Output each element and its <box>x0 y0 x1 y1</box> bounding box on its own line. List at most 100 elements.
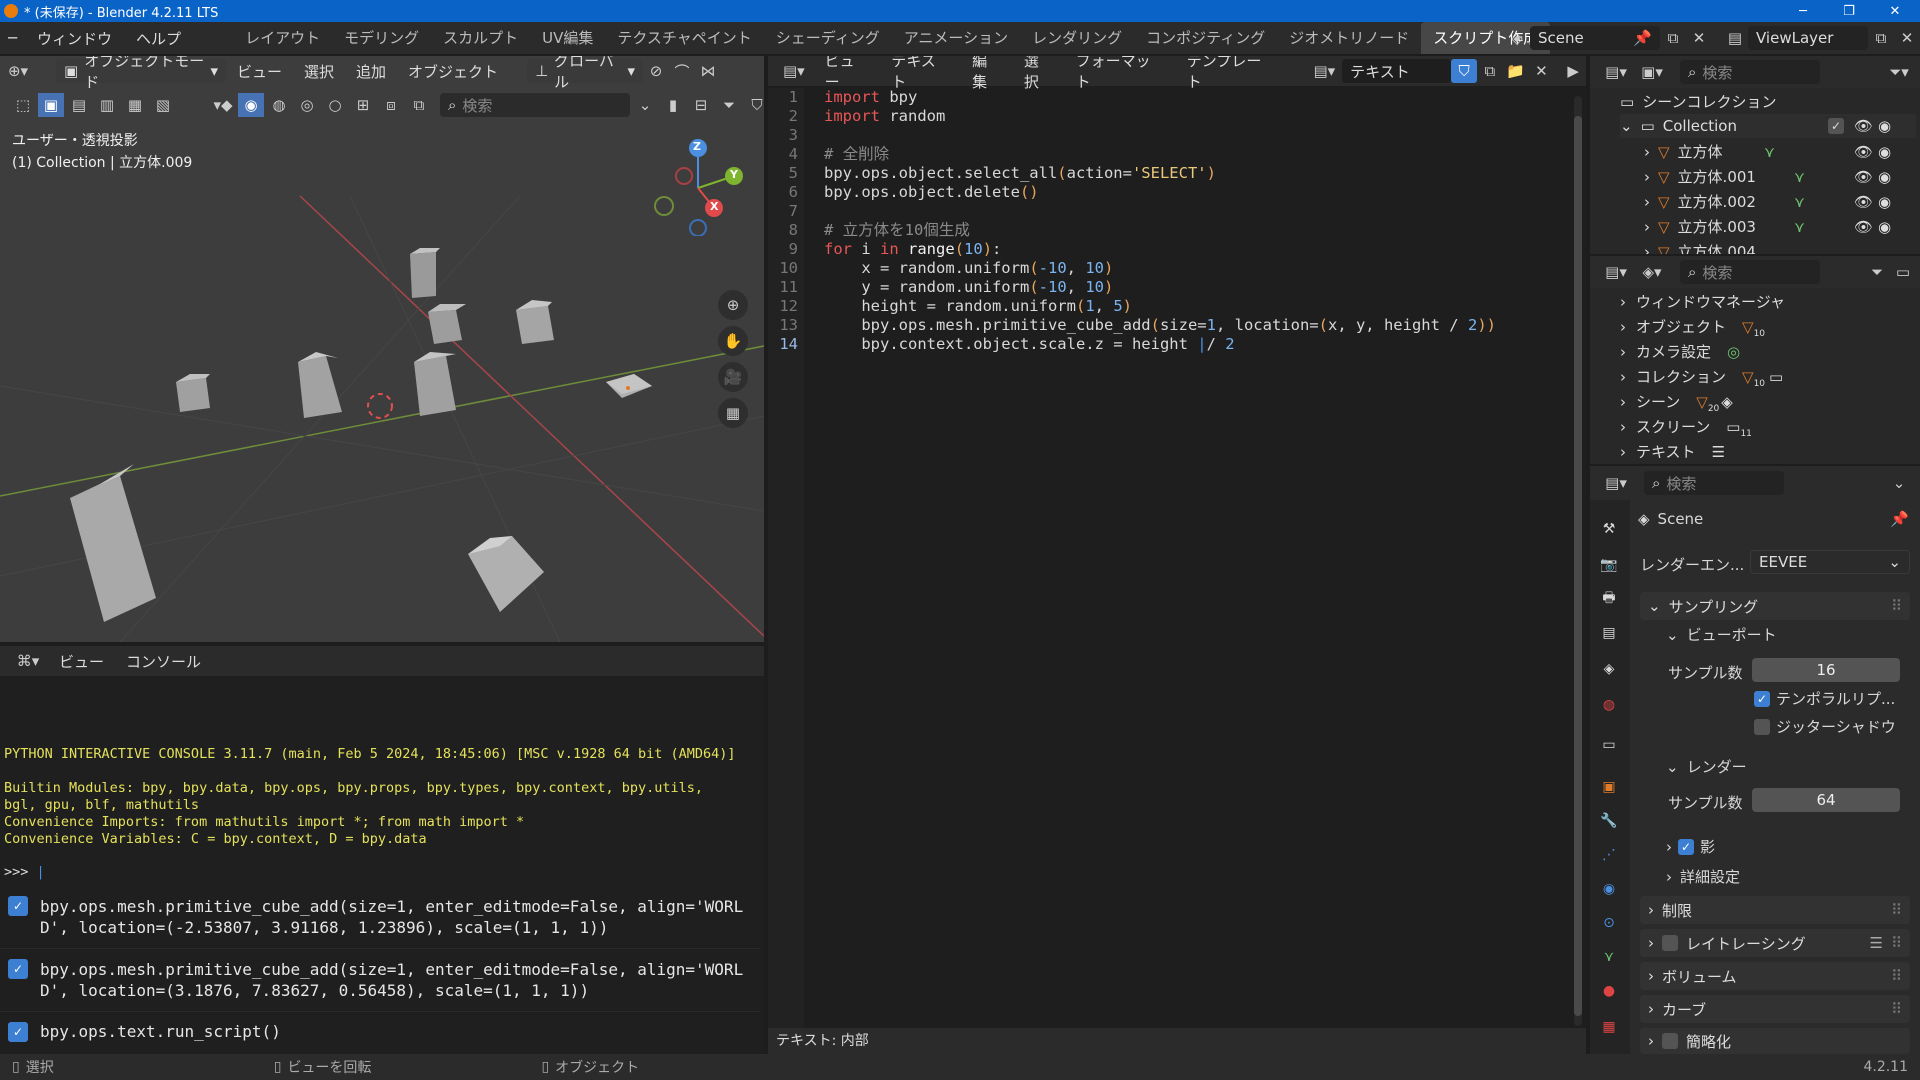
viewport-samples-field[interactable]: 16 <box>1752 658 1900 682</box>
select-subtract-icon[interactable]: ▥ <box>94 93 120 117</box>
layout-icon[interactable]: ⊟ <box>688 93 714 117</box>
material-tab-icon[interactable]: ● <box>1598 980 1620 1002</box>
properties-search[interactable]: ⌕ 検索 <box>1644 471 1784 495</box>
menu-window[interactable]: ウィンドウ <box>25 28 124 49</box>
outliner-object-row[interactable]: › ▽ 立方体.003 ⋎ 👁 ◉ <box>1644 215 1916 239</box>
filter-icon[interactable]: ⏷ <box>1864 260 1890 284</box>
code-area[interactable]: 1 import bpy 2 import random 3 4 # 全削除 5 bpy… <box>768 88 1568 354</box>
menu-help[interactable]: ヘルプ <box>124 28 193 49</box>
blender-menu-icon[interactable]: ─ <box>0 29 25 47</box>
unlink-text-icon[interactable]: ✕ <box>1529 59 1555 83</box>
filter-dropdown-icon[interactable]: ⌄ <box>632 93 658 117</box>
tab-shading[interactable]: シェーディング <box>764 22 892 54</box>
tab-layout[interactable]: レイアウト <box>233 22 332 54</box>
camera-icon[interactable]: 🎥 <box>718 362 748 392</box>
text-menu-select[interactable]: 選択 <box>1013 56 1065 92</box>
outliner-object-row[interactable]: › ▽ 立方体 ⋎ 👁 ◉ <box>1644 140 1916 164</box>
menu-add[interactable]: 追加 <box>345 61 397 82</box>
menu-object[interactable]: オブジェクト <box>397 61 509 82</box>
menu-select[interactable]: 選択 <box>293 61 345 82</box>
transform-orientation[interactable]: ⊥ グローバル ▾ <box>527 56 644 91</box>
pin-icon[interactable]: 📌 <box>1890 510 1909 528</box>
data-item[interactable]: › シーン ▽20 ◈ <box>1620 390 1733 414</box>
output-tab-icon[interactable]: 🖶 <box>1598 588 1620 610</box>
scene-selector[interactable]: Scene 📌 <box>1530 26 1660 50</box>
view-layer-tab-icon[interactable]: ▤ <box>1598 622 1620 644</box>
modifier-tab-icon[interactable]: 🔧 <box>1598 810 1620 832</box>
select-mode-icon[interactable]: ▣ <box>38 93 64 117</box>
properties-editor-type-icon[interactable]: ▤▾ <box>1598 471 1634 495</box>
text-name-field[interactable]: テキスト <box>1342 59 1452 83</box>
world-tab-icon[interactable]: ◍ <box>1598 694 1620 716</box>
section-curves[interactable]: › カーブ ⠿ <box>1640 995 1910 1023</box>
collection-row[interactable]: ⌄ ▭ Collection ✓ 👁 ◉ <box>1620 114 1916 138</box>
section-simplify[interactable]: › 簡略化 <box>1640 1028 1910 1054</box>
object-tab-icon[interactable]: ▣ <box>1598 776 1620 798</box>
select-extend-icon[interactable]: ▤ <box>66 93 92 117</box>
subsection-viewport[interactable]: ⌄ ビューポート <box>1666 624 1777 645</box>
duplicate-text-icon[interactable]: ⧉ <box>1477 59 1503 83</box>
report-item[interactable]: ✓ bpy.ops.text.run_script() <box>0 1012 760 1052</box>
text-menu-templates[interactable]: テンプレート <box>1176 56 1287 92</box>
outliner-editor-type-icon[interactable]: ▤▾ <box>1598 60 1634 84</box>
funnel-icon[interactable]: ⏷ <box>716 93 742 117</box>
outliner-search[interactable]: ⌕ 検索 <box>1680 60 1820 84</box>
new-view-layer-icon[interactable]: ⧉ <box>1868 26 1894 50</box>
shield-icon[interactable]: ⛉ <box>744 93 764 117</box>
physics-tab-icon[interactable]: ◉ <box>1598 878 1620 900</box>
console-editor-type-icon[interactable]: ⌘▾ <box>8 649 48 673</box>
shading-solid-icon[interactable]: ◉ <box>238 93 264 117</box>
texture-tab-icon[interactable]: ▦ <box>1598 1016 1620 1038</box>
viewport-search[interactable]: ⌕ 検索 <box>440 93 630 117</box>
tab-geometry-nodes[interactable]: ジオメトリノード <box>1277 22 1421 54</box>
datapanel-search[interactable]: ⌕ 検索 <box>1680 260 1820 284</box>
overlay-icon[interactable]: ⧈ <box>378 93 404 117</box>
scene-icon[interactable]: ◈ <box>1504 26 1530 50</box>
new-scene-icon[interactable]: ⧉ <box>1660 26 1686 50</box>
shading-rendered-icon[interactable]: ○ <box>322 93 348 117</box>
chevron-down-icon[interactable]: ⌄ <box>1886 471 1912 495</box>
temporal-reprojection-toggle[interactable]: ✓ テンポラルリプ... <box>1754 688 1895 709</box>
blend-file-icon[interactable]: ◈▾ <box>1634 260 1670 284</box>
section-sampling[interactable]: ⌄ サンプリング ⠿ <box>1640 592 1910 620</box>
select-intersect-icon[interactable]: ▧ <box>150 93 176 117</box>
zoom-icon[interactable]: ⊕ <box>718 290 748 320</box>
scene-collection-row[interactable]: ▭ シーンコレクション <box>1620 90 1776 114</box>
render-engine-select[interactable]: EEVEE ⌄ <box>1750 550 1910 574</box>
filter-icon[interactable]: ⏷▾ <box>1886 60 1912 84</box>
snap-icon[interactable]: ⌒ <box>669 59 695 83</box>
subsection-render[interactable]: ⌄ レンダー <box>1666 756 1747 777</box>
text-menu-view[interactable]: ビュー <box>814 56 881 92</box>
select-box-icon[interactable]: ⬚ <box>10 93 36 117</box>
view-layer-icon[interactable]: ▤ <box>1722 26 1748 50</box>
xray-icon[interactable]: ⧉ <box>406 93 432 117</box>
outliner-object-row[interactable]: › ▽ 立方体.002 ⋎ 👁 ◉ <box>1644 190 1916 214</box>
data-item[interactable]: › ウィンドウマネージャ <box>1620 290 1785 314</box>
purge-icon[interactable]: ▭ <box>1890 260 1916 284</box>
console-menu-console[interactable]: コンソール <box>115 651 212 672</box>
text-menu-format[interactable]: フォーマット <box>1065 56 1176 92</box>
delete-view-layer-icon[interactable]: ✕ <box>1894 26 1920 50</box>
data-item[interactable]: › コレクション ▽10 ▭ <box>1620 365 1783 389</box>
text-editor[interactable]: ▤▾ ビュー テキスト 編集 選択 フォーマット テンプレート ▤▾ テキスト … <box>768 56 1586 1054</box>
tab-modeling[interactable]: モデリング <box>332 22 431 54</box>
proportional-icon[interactable]: ⋈ <box>695 59 721 83</box>
tab-rendering[interactable]: レンダリング <box>1020 22 1134 54</box>
maximize-button[interactable]: ❐ <box>1826 0 1872 22</box>
data-item[interactable]: › スクリーン ▭11 <box>1620 415 1752 439</box>
bookmark-icon[interactable]: ▮ <box>660 93 686 117</box>
run-script-icon[interactable]: ▶ <box>1560 59 1586 83</box>
display-mode-icon[interactable]: ▣▾ <box>1634 60 1670 84</box>
render-tab-icon[interactable]: 📷 <box>1598 554 1620 576</box>
view-layer-selector[interactable]: ViewLayer <box>1748 26 1868 50</box>
blender-file-panel[interactable]: ▤▾ ◈▾ ⌕ 検索 ⏷ ▭ › ウィンドウマネージャ › オブジェクト ▽10 › カメ… <box>1590 256 1920 464</box>
data-tab-icon[interactable]: ⋎ <box>1598 946 1620 968</box>
shading-wire-icon[interactable]: ◍ <box>266 93 292 117</box>
outliner-object-row[interactable]: › ▽ 立方体.004 <box>1644 240 1916 254</box>
render-samples-field[interactable]: 64 <box>1752 788 1900 812</box>
pivot-icon[interactable]: ⊘ <box>643 59 669 83</box>
shadows-subsection[interactable]: › ✓ 影 <box>1666 836 1715 857</box>
grid-toggle-icon[interactable]: ▦ <box>718 398 748 428</box>
open-text-icon[interactable]: 📁 <box>1503 59 1529 83</box>
menu-view[interactable]: ビュー <box>226 61 293 82</box>
